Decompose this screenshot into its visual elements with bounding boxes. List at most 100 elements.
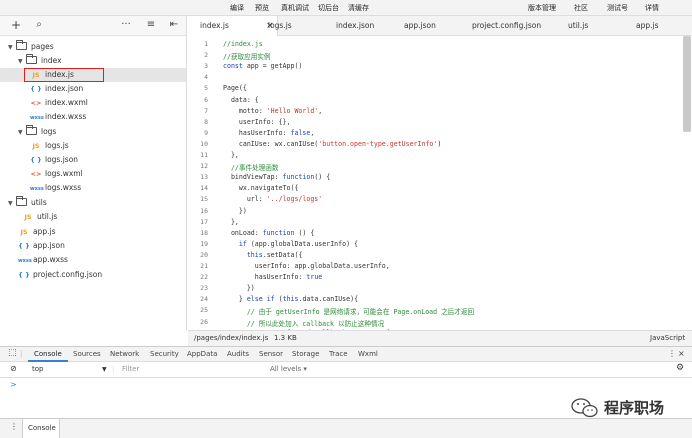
line-number: 3 xyxy=(204,62,208,71)
tree-label: index.json xyxy=(45,84,84,93)
tree-file-logs-js[interactable]: JS logs.js xyxy=(30,139,69,153)
menu-community[interactable]: 社区 xyxy=(574,3,588,13)
tree-label: logs xyxy=(41,127,57,136)
menu-test-account[interactable]: 测试号 xyxy=(607,3,628,13)
tab-label: util.js xyxy=(568,21,589,30)
line-number: 6 xyxy=(204,95,208,104)
tab-index-json[interactable]: index.json xyxy=(336,16,374,36)
tab-app-js[interactable]: app.js xyxy=(636,16,659,36)
tree-label: logs.wxss xyxy=(45,183,82,192)
line-number: 5 xyxy=(204,84,208,93)
devtools-tab-sources[interactable]: Sources xyxy=(73,350,101,358)
tab-index-js[interactable]: index.js × xyxy=(188,16,278,37)
line-number: 24 xyxy=(200,295,208,304)
tree-file-index-wxss[interactable]: wxssindex.wxss xyxy=(30,110,86,124)
tab-label: index.js xyxy=(200,21,229,30)
chevron-down-icon[interactable]: ▼ xyxy=(102,366,107,373)
menu-preview[interactable]: 预览 xyxy=(255,3,269,13)
wxml-file-icon: <> xyxy=(30,99,42,107)
tree-file-util-js[interactable]: JS util.js xyxy=(22,210,57,224)
menu-version[interactable]: 版本管理 xyxy=(528,3,556,13)
devtools-tab-network[interactable]: Network xyxy=(110,350,139,358)
tree-file-index-js[interactable]: JS index.js xyxy=(30,68,73,82)
code-line: userInfo: app.globalData.userInfo, xyxy=(223,262,390,270)
tree-file-index-wxml[interactable]: <> index.wxml xyxy=(30,96,88,110)
tree-file-project-config[interactable]: { } project.config.json xyxy=(18,268,102,282)
inspect-icon[interactable]: ⬚ xyxy=(8,348,17,358)
tree-folder-logs[interactable]: ▼ logs xyxy=(18,125,56,139)
collapse-icon[interactable]: ⇤ xyxy=(168,19,180,31)
line-number: 14 xyxy=(200,184,208,193)
tree-folder-pages[interactable]: ▼ pages xyxy=(8,40,186,54)
clear-console-icon[interactable]: ⊘ xyxy=(10,364,17,373)
code-line: }) xyxy=(223,206,247,215)
tree-label: index.wxml xyxy=(45,98,88,107)
tree-label: app.json xyxy=(33,241,65,250)
devtools-tab-storage[interactable]: Storage xyxy=(292,350,319,358)
sort-icon[interactable]: ≡ xyxy=(145,19,157,31)
code-line: } else if (this.data.canIUse){ xyxy=(223,295,359,304)
tree-file-logs-wxml[interactable]: <> logs.wxml xyxy=(30,167,83,181)
tab-util-js[interactable]: util.js xyxy=(568,16,588,36)
menu-background[interactable]: 切后台 xyxy=(318,3,339,13)
tree-label: index xyxy=(41,56,62,65)
menu-details[interactable]: 详情 xyxy=(645,3,659,13)
tree-file-logs-json[interactable]: { } logs.json xyxy=(30,153,78,167)
drawer-tab-console[interactable]: Console xyxy=(22,419,60,438)
drawer-menu-icon[interactable]: ⋮ xyxy=(10,422,18,431)
devtools-tab-security[interactable]: Security xyxy=(150,350,179,358)
devtools-tab-audits[interactable]: Audits xyxy=(227,350,249,358)
search-icon[interactable]: ⌕ xyxy=(33,19,45,31)
tree-file-app-wxss[interactable]: wxssapp.wxss xyxy=(18,253,68,267)
json-file-icon: { } xyxy=(30,156,42,164)
tree-label: project.config.json xyxy=(33,270,103,279)
menu-compile[interactable]: 编译 xyxy=(230,3,244,13)
more-vertical-icon[interactable]: ⋮ xyxy=(668,349,676,358)
tree-file-app-js[interactable]: JS app.js xyxy=(18,225,56,239)
language-mode[interactable]: JavaScript xyxy=(650,334,685,342)
devtools-tab-appdata[interactable]: AppData xyxy=(187,350,217,358)
tab-label: app.json xyxy=(404,21,436,30)
code-line: hasUserInfo: true xyxy=(223,273,323,282)
tree-file-index-json[interactable]: { } index.json xyxy=(30,82,83,96)
settings-icon[interactable]: ⚙ xyxy=(676,363,684,373)
log-level-select[interactable]: All levels ▾ xyxy=(270,365,307,373)
tree-file-logs-wxss[interactable]: wxsslogs.wxss xyxy=(30,181,81,195)
line-number: 7 xyxy=(204,106,208,115)
menu-clear-cache[interactable]: 清缓存 xyxy=(348,3,369,13)
editor-scrollbar[interactable] xyxy=(683,36,691,132)
tree-label: pages xyxy=(31,42,54,51)
chevron-down-icon: ▼ xyxy=(8,200,13,207)
tree-folder-utils[interactable]: ▼ utils xyxy=(8,196,47,210)
more-icon[interactable]: ··· xyxy=(120,19,132,31)
close-icon[interactable]: × xyxy=(678,349,685,358)
devtools-tab-trace[interactable]: Trace xyxy=(329,350,348,358)
tree-label: app.js xyxy=(33,227,56,236)
line-number: 16 xyxy=(200,206,208,215)
tree-label: logs.js xyxy=(45,141,69,150)
line-number: 13 xyxy=(200,173,208,182)
devtools-tab-wxml[interactable]: Wxml xyxy=(358,350,378,358)
context-select[interactable]: top xyxy=(32,365,43,373)
tree-file-app-json[interactable]: { } app.json xyxy=(18,239,65,253)
line-number: 25 xyxy=(200,306,208,315)
tree-folder-index[interactable]: ▼ index xyxy=(18,54,186,68)
code-line: }, xyxy=(223,217,239,226)
tab-project-config[interactable]: project.config.json xyxy=(472,16,541,36)
console-prompt: > xyxy=(10,380,17,389)
tab-logs-js[interactable]: logs.js xyxy=(268,16,292,36)
line-number: 19 xyxy=(200,239,208,248)
tab-app-json[interactable]: app.json xyxy=(404,16,436,36)
code-line: }, xyxy=(223,151,239,159)
devtools-tab-console[interactable]: Console xyxy=(34,350,62,358)
menu-remote-debug[interactable]: 真机调试 xyxy=(281,3,309,13)
filter-input[interactable]: Filter xyxy=(122,365,139,373)
line-number: 1 xyxy=(204,40,208,48)
editor-status-bar: /pages/index/index.js 1.3 KB JavaScript xyxy=(188,330,692,346)
code-line: wx.navigateTo({ xyxy=(223,184,299,193)
devtools-tab-sensor[interactable]: Sensor xyxy=(259,350,283,358)
add-icon[interactable]: + xyxy=(10,19,22,31)
code-line: hasUserInfo: false, xyxy=(223,128,315,137)
tree-label: logs.wxml xyxy=(45,169,83,178)
file-tree: ▼ pages ▼ index JS index.js { } index.json <… xyxy=(0,36,187,330)
